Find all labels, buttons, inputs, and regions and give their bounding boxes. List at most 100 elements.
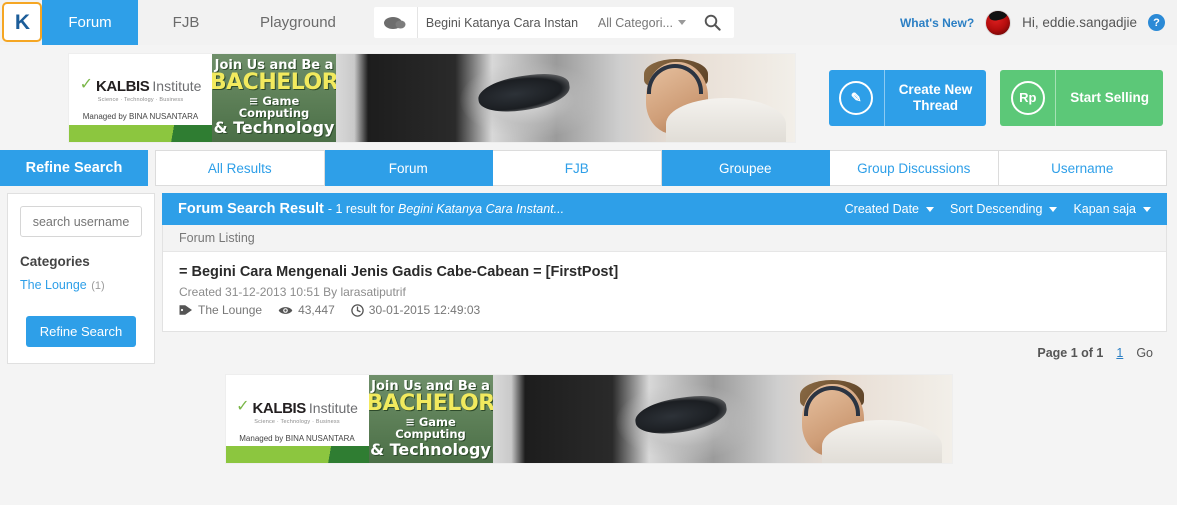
search-button[interactable] (692, 7, 734, 38)
banner-brand-row: ✓ KALBIS Institute (79, 76, 202, 96)
thread-created-info: Created 31-12-2013 10:51 By larasatiputr… (179, 285, 406, 299)
kaskus-logo[interactable]: K (2, 2, 42, 42)
categories-heading: Categories (20, 254, 90, 269)
check-icon: ✓ (236, 397, 250, 415)
nav-item-forum-label: Forum (68, 14, 112, 31)
tab-all-results[interactable]: All Results (155, 150, 325, 186)
thread-views-count: 43,447 (298, 303, 335, 317)
chevron-down-icon (1049, 206, 1058, 212)
category-item-count: (1) (91, 280, 105, 292)
sort-direction-dropdown[interactable]: Sort Descending (950, 202, 1058, 216)
banner-brand-row-bottom: ✓ KALBIS Institute (236, 397, 358, 417)
search-tab-bar: Refine Search All Results Forum FJB Grou… (0, 150, 1177, 186)
rupiah-icon-circle: Rp (1010, 80, 1045, 115)
banner-brand-panel: ✓ KALBIS Institute Science · Technology … (69, 53, 212, 142)
banner-line-4-bottom: & Technology (370, 439, 491, 459)
search-username-input[interactable] (20, 206, 142, 237)
kalbis-banner-top[interactable]: ✓ KALBIS Institute Science · Technology … (68, 52, 796, 143)
help-icon-glyph: ? (1153, 16, 1160, 29)
search-results-content: Forum Search Result - 1 result for Begin… (162, 193, 1167, 360)
avatar[interactable] (985, 9, 1012, 36)
search-icon (705, 14, 722, 31)
banner-line-2: BACHELOR (209, 69, 339, 95)
refine-search-header: Refine Search (0, 150, 148, 186)
chat-bubble-icon[interactable] (374, 7, 418, 38)
whats-new-link[interactable]: What's New? (900, 16, 974, 30)
result-header-subtitle: - 1 result for Begini Katanya Cara Insta… (328, 202, 564, 216)
nav-item-playground-label: Playground (260, 14, 336, 31)
tab-group-discussions[interactable]: Group Discussions (830, 150, 999, 186)
banner-brand-bold: KALBIS (95, 78, 150, 95)
banner-brand-panel-bottom: ✓ KALBIS Institute Science · Technology … (225, 375, 369, 463)
tab-username-label: Username (1051, 160, 1114, 176)
thread-meta-row: The Lounge 43,447 30-01-2015 12:49:03 (179, 303, 1150, 317)
tab-forum-label: Forum (388, 160, 428, 176)
category-item-label: The Lounge (20, 278, 87, 292)
tab-fjb[interactable]: FJB (493, 150, 662, 186)
category-select[interactable]: All Categori... (590, 16, 692, 30)
page-number-1[interactable]: 1 (1116, 346, 1123, 360)
search-input[interactable] (417, 7, 590, 38)
user-greeting[interactable]: Hi, eddie.sangadjie (1022, 15, 1137, 30)
tag-icon (179, 305, 192, 315)
tab-list: All Results Forum FJB Groupee Group Disc… (155, 150, 1167, 186)
thread-tag-group[interactable]: The Lounge (179, 303, 262, 317)
tab-groupee[interactable]: Groupee (661, 150, 830, 186)
time-range-dropdown[interactable]: Kapan saja (1073, 202, 1151, 216)
nav-item-fjb[interactable]: FJB (138, 0, 234, 45)
banner-brand-bold-bottom: KALBIS (252, 399, 306, 417)
refine-search-button[interactable]: Refine Search (25, 316, 137, 347)
banner-photo-bottom (492, 375, 952, 463)
sort-field-dropdown[interactable]: Created Date (845, 202, 935, 216)
banner-brand-light: Institute (152, 78, 202, 94)
banner-line-3: ≡ Game Computing (238, 93, 310, 120)
banner-photo (336, 53, 795, 142)
result-header-title: Forum Search Result (178, 201, 324, 217)
thread-lastpost-time: 30-01-2015 12:49:03 (368, 303, 481, 317)
banner-headline-panel-bottom: Join Us and Be a BACHELOR ≡ Game Computi… (366, 375, 495, 463)
banner-managed-by: Managed by BINA NUSANTARA (82, 112, 199, 121)
eye-icon (278, 306, 293, 314)
tab-username[interactable]: Username (998, 150, 1167, 186)
result-header-bar: Forum Search Result - 1 result for Begin… (162, 193, 1167, 225)
nav-item-fjb-label: FJB (172, 14, 200, 31)
thread-title-link[interactable]: = Begini Cara Mengenali Jenis Gadis Cabe… (179, 264, 1150, 280)
banner-managed-by-bottom: Managed by BINA NUSANTARA (239, 433, 355, 443)
kalbis-banner-bottom[interactable]: ✓ KALBIS Institute Science · Technology … (224, 374, 953, 464)
check-icon: ✓ (79, 76, 93, 93)
result-query-text: Begini Katanya Cara Instant... (398, 202, 565, 216)
category-select-label: All Categori... (597, 15, 673, 30)
tab-forum[interactable]: Forum (324, 150, 493, 186)
nav-item-forum[interactable]: Forum (42, 0, 138, 45)
chevron-down-icon (926, 206, 935, 212)
banner-line-3-bottom: ≡ Game Computing (395, 415, 466, 442)
list-item[interactable]: = Begini Cara Mengenali Jenis Gadis Cabe… (163, 252, 1166, 331)
forum-listing-box: Forum Listing = Begini Cara Mengenali Je… (162, 225, 1167, 332)
page-body: Categories The Lounge (1) Refine Search … (0, 186, 1177, 364)
tab-groupee-label: Groupee (718, 160, 772, 176)
pagination: Page 1 of 1 1 Go (162, 332, 1167, 360)
chat-bubble-glyph (384, 16, 406, 29)
sort-direction-label: Sort Descending (950, 202, 1043, 216)
create-new-thread-label: Create New Thread (898, 81, 973, 113)
banner-photo-shoulder-bottom (822, 419, 943, 463)
start-selling-label: Start Selling (1070, 89, 1149, 105)
tab-fjb-label: FJB (564, 160, 589, 176)
tab-group-discussions-label: Group Discussions (857, 160, 971, 176)
banner-line-2-bottom: BACHELOR (366, 391, 495, 417)
help-icon[interactable]: ? (1148, 14, 1165, 31)
top-nav-right-group: What's New? Hi, eddie.sangadjie ? (900, 0, 1177, 45)
top-navigation-bar: K Forum FJB Playground All Categori... (0, 0, 1177, 45)
category-item-the-lounge[interactable]: The Lounge (1) (20, 276, 142, 294)
search-bar: All Categori... (373, 7, 734, 38)
logo-letter: K (14, 10, 30, 34)
banner-line-4: & Technology (213, 118, 335, 137)
nav-item-playground[interactable]: Playground (234, 0, 362, 45)
banner-brand-sub: Science · Technology · Business (97, 97, 184, 103)
create-new-thread-button[interactable]: ✎ Create New Thread (828, 69, 987, 126)
start-selling-button[interactable]: Rp Start Selling (1000, 69, 1163, 126)
banner-headline-panel: Join Us and Be a BACHELOR ≡ Game Computi… (209, 53, 339, 142)
pencil-icon-glyph: ✎ (850, 89, 862, 105)
banner-strip: ✓ KALBIS Institute Science · Technology … (0, 45, 1177, 150)
page-go-button[interactable]: Go (1136, 346, 1153, 360)
